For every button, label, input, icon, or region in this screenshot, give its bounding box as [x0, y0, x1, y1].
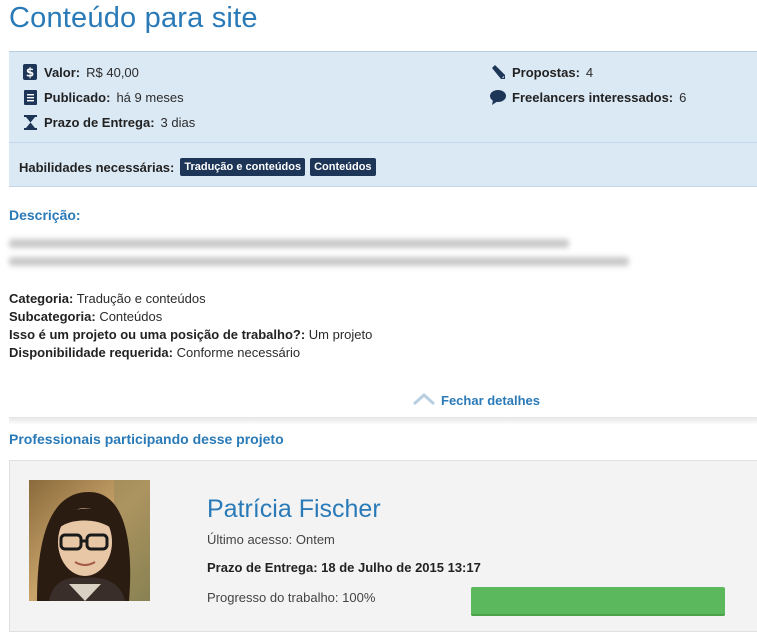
dollar-icon: $: [22, 64, 38, 80]
document-icon: [22, 89, 38, 105]
chevron-up-icon: [412, 392, 436, 408]
professional-name[interactable]: Patrícia Fischer: [207, 495, 381, 524]
info-valor-value: R$ 40,00: [86, 64, 139, 80]
skills-divider: [9, 142, 757, 143]
detail-categoria: Categoria: Tradução e conteúdos: [9, 291, 206, 306]
info-publicado-label: Publicado:: [44, 89, 111, 105]
professional-card: Patrícia Fischer Último acesso: Ontem Pr…: [9, 460, 757, 632]
info-freelancers-label: Freelancers interessados:: [512, 89, 674, 105]
info-propostas: Propostas: 4: [490, 64, 593, 80]
info-prazo-label: Prazo de Entrega:: [44, 114, 155, 130]
description-text-redacted: [9, 235, 649, 266]
info-prazo: Prazo de Entrega: 3 dias: [22, 114, 195, 130]
pencil-icon: [490, 64, 506, 80]
info-publicado: Publicado: há 9 meses: [22, 89, 184, 105]
info-freelancers: Freelancers interessados: 6: [490, 89, 686, 105]
professionals-heading: Professionais participando desse projeto: [9, 431, 284, 447]
hourglass-icon: [22, 114, 38, 130]
page-title: Conteúdo para site: [9, 2, 258, 34]
skill-tag[interactable]: Tradução e conteúdos: [180, 158, 306, 176]
project-info-panel: $ Valor: R$ 40,00 Publicado: há 9 meses …: [9, 51, 757, 187]
speech-bubble-icon: [490, 89, 506, 105]
section-divider: [9, 417, 757, 425]
info-freelancers-value: 6: [679, 89, 687, 105]
skills-row: Habilidades necessárias: Tradução e cont…: [19, 158, 376, 176]
avatar[interactable]: [29, 480, 150, 601]
svg-text:$: $: [26, 66, 34, 80]
info-valor-label: Valor:: [44, 64, 81, 80]
description-heading: Descrição:: [9, 207, 81, 223]
detail-tipo: Isso é um projeto ou uma posição de trab…: [9, 327, 373, 342]
info-propostas-label: Propostas:: [512, 64, 580, 80]
detail-disponibilidade: Disponibilidade requerida: Conforme nece…: [9, 345, 301, 360]
info-valor: $ Valor: R$ 40,00: [22, 64, 139, 80]
progress-bar-fill: [471, 587, 725, 616]
skills-label: Habilidades necessárias:: [19, 159, 175, 175]
last-access: Último acesso: Ontem: [207, 532, 335, 547]
close-details-label: Fechar detalhes: [441, 393, 540, 408]
info-publicado-value: há 9 meses: [116, 89, 184, 105]
detail-subcategoria: Subcategoria: Conteúdos: [9, 309, 163, 324]
close-details-link[interactable]: Fechar detalhes: [412, 392, 540, 408]
info-propostas-value: 4: [585, 64, 594, 80]
delivery-deadline-value: 18 de Julho de 2015 13:17: [321, 560, 481, 575]
skill-tag[interactable]: Conteúdos: [310, 158, 376, 176]
progress-bar: [471, 587, 725, 616]
project-details: Categoria: Tradução e conteúdos Subcateg…: [9, 290, 372, 362]
delivery-deadline: Prazo de Entrega: 18 de Julho de 2015 13…: [207, 560, 481, 575]
info-prazo-value: 3 dias: [160, 114, 196, 130]
delivery-deadline-label: Prazo de Entrega:: [207, 560, 318, 575]
progress-label: Progresso do trabalho: 100%: [207, 590, 376, 605]
